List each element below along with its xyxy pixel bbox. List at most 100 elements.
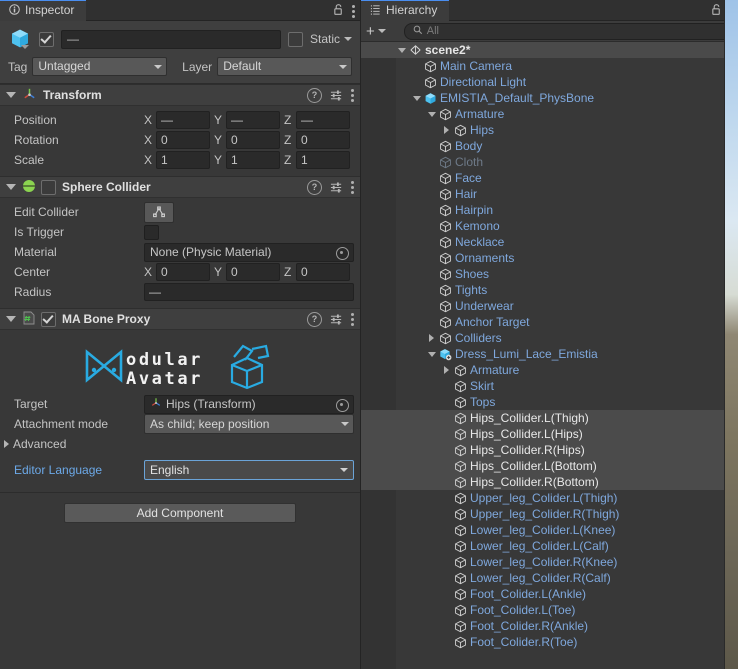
tab-hierarchy[interactable]: Hierarchy bbox=[361, 0, 450, 21]
hierarchy-item-row[interactable]: Foot_Colider.R(Toe) bbox=[361, 634, 738, 650]
hierarchy-scene-row[interactable]: scene2* bbox=[361, 42, 738, 58]
component-header-sphere-collider[interactable]: Sphere Collider ? bbox=[0, 176, 360, 198]
hierarchy-item-row[interactable]: Foot_Colider.L(Toe) bbox=[361, 602, 738, 618]
position-y-input[interactable]: — bbox=[226, 111, 280, 129]
center-y-input[interactable]: 0 bbox=[226, 263, 280, 281]
radius-input[interactable]: — bbox=[144, 283, 354, 301]
lock-open-icon[interactable] bbox=[333, 3, 344, 19]
foldout-expanded-icon[interactable] bbox=[396, 47, 407, 53]
search-input[interactable]: All bbox=[403, 22, 732, 40]
object-picker-icon[interactable] bbox=[336, 398, 349, 412]
foldout-arrow-icon[interactable] bbox=[6, 92, 16, 98]
target-object-field[interactable]: Hips (Transform) bbox=[144, 394, 354, 414]
foldout-expanded-icon[interactable] bbox=[411, 95, 422, 101]
scale-y-input[interactable]: 1 bbox=[226, 151, 280, 169]
material-object-field[interactable]: None (Physic Material) bbox=[144, 242, 354, 262]
hierarchy-item-row[interactable]: Foot_Colider.L(Ankle) bbox=[361, 586, 738, 602]
foldout-expanded-icon[interactable] bbox=[426, 351, 437, 357]
hierarchy-item-row[interactable]: Tights bbox=[361, 282, 738, 298]
hierarchy-item-row[interactable]: Face bbox=[361, 170, 738, 186]
foldout-collapsed-icon[interactable] bbox=[426, 334, 437, 342]
hierarchy-item-row[interactable]: Kemono bbox=[361, 218, 738, 234]
hierarchy-item-row[interactable]: Hips_Collider.L(Hips) bbox=[361, 426, 738, 442]
hierarchy-item-row[interactable]: Cloth bbox=[361, 154, 738, 170]
rotation-y-input[interactable]: 0 bbox=[226, 131, 280, 149]
foldout-arrow-icon[interactable] bbox=[6, 316, 16, 322]
hierarchy-item-row[interactable]: Skirt bbox=[361, 378, 738, 394]
hierarchy-item-row[interactable]: Main Camera bbox=[361, 58, 738, 74]
hierarchy-item-row[interactable]: Lower_leg_Colider.L(Calf) bbox=[361, 538, 738, 554]
hierarchy-item-row[interactable]: Hips_Collider.R(Bottom) bbox=[361, 474, 738, 490]
static-checkbox[interactable] bbox=[287, 31, 303, 47]
edit-collider-button[interactable] bbox=[144, 201, 174, 223]
help-icon[interactable]: ? bbox=[307, 312, 322, 327]
hierarchy-item-row[interactable]: Hips_Collider.L(Bottom) bbox=[361, 458, 738, 474]
position-z-input[interactable]: — bbox=[296, 111, 350, 129]
center-x-input[interactable]: 0 bbox=[156, 263, 210, 281]
help-icon[interactable]: ? bbox=[307, 88, 322, 103]
lock-open-icon[interactable] bbox=[711, 3, 722, 19]
hierarchy-item-row[interactable]: Hair bbox=[361, 186, 738, 202]
scale-z-input[interactable]: 1 bbox=[296, 151, 350, 169]
kebab-menu-icon[interactable] bbox=[351, 89, 354, 102]
hierarchy-item-row[interactable]: Hips bbox=[361, 122, 738, 138]
hierarchy-item-row[interactable]: Body bbox=[361, 138, 738, 154]
hierarchy-tree[interactable]: scene2* Main Camera Directional Light EMIST… bbox=[361, 42, 738, 669]
hierarchy-item-row[interactable]: Ornaments bbox=[361, 250, 738, 266]
kebab-menu-icon[interactable] bbox=[352, 4, 355, 18]
sphere-collider-enabled-checkbox[interactable] bbox=[41, 179, 56, 195]
scale-x-input[interactable]: 1 bbox=[156, 151, 210, 169]
attachment-mode-dropdown[interactable]: As child; keep position bbox=[144, 414, 354, 434]
component-header-ma-bone-proxy[interactable]: MA Bone Proxy ? bbox=[0, 308, 360, 330]
hierarchy-item-row[interactable]: Colliders bbox=[361, 330, 738, 346]
hierarchy-item-row[interactable]: Upper_leg_Colider.R(Thigh) bbox=[361, 506, 738, 522]
hierarchy-item-row[interactable]: Foot_Colider.R(Ankle) bbox=[361, 618, 738, 634]
rotation-z-input[interactable]: 0 bbox=[296, 131, 350, 149]
hierarchy-item-row[interactable]: Hips_Collider.R(Hips) bbox=[361, 442, 738, 458]
is-trigger-checkbox[interactable] bbox=[144, 224, 159, 240]
hierarchy-item-row[interactable]: Underwear bbox=[361, 298, 738, 314]
preset-settings-icon[interactable] bbox=[330, 181, 343, 194]
hierarchy-item-row[interactable]: Dress_Lumi_Lace_Emistia bbox=[361, 346, 738, 362]
kebab-menu-icon[interactable] bbox=[351, 181, 354, 194]
object-picker-icon[interactable] bbox=[336, 246, 349, 260]
hierarchy-item-row[interactable]: Upper_leg_Colider.L(Thigh) bbox=[361, 490, 738, 506]
hierarchy-item-row[interactable]: Armature bbox=[361, 106, 738, 122]
position-x-input[interactable]: — bbox=[156, 111, 210, 129]
advanced-foldout[interactable]: Advanced bbox=[0, 434, 360, 454]
hierarchy-item-row[interactable]: Hips_Collider.L(Thigh) bbox=[361, 410, 738, 426]
component-header-transform[interactable]: Transform ? bbox=[0, 84, 360, 106]
hierarchy-item-row[interactable]: Necklace bbox=[361, 234, 738, 250]
editor-language-dropdown[interactable]: English bbox=[144, 460, 354, 480]
tab-inspector[interactable]: Inspector bbox=[0, 0, 87, 21]
kebab-menu-icon[interactable] bbox=[351, 313, 354, 326]
layer-dropdown[interactable]: Default bbox=[217, 57, 352, 76]
center-z-input[interactable]: 0 bbox=[296, 263, 350, 281]
hierarchy-item-row[interactable]: Lower_leg_Colider.R(Knee) bbox=[361, 554, 738, 570]
gameobject-icon bbox=[437, 172, 453, 185]
add-component-button[interactable]: Add Component bbox=[64, 503, 296, 523]
hierarchy-item-row[interactable]: Lower_leg_Colider.R(Calf) bbox=[361, 570, 738, 586]
hierarchy-item-row[interactable]: Shoes bbox=[361, 266, 738, 282]
hierarchy-item-row[interactable]: Anchor Target bbox=[361, 314, 738, 330]
tag-dropdown[interactable]: Untagged bbox=[32, 57, 168, 76]
foldout-expanded-icon[interactable] bbox=[426, 111, 437, 117]
foldout-collapsed-icon[interactable] bbox=[441, 126, 452, 134]
add-gameobject-button[interactable]: + bbox=[366, 24, 386, 39]
hierarchy-item-row[interactable]: Armature bbox=[361, 362, 738, 378]
foldout-collapsed-icon[interactable] bbox=[441, 366, 452, 374]
hierarchy-item-row[interactable]: Directional Light bbox=[361, 74, 738, 90]
hierarchy-item-row[interactable]: EMISTIA_Default_PhysBone bbox=[361, 90, 738, 106]
preset-settings-icon[interactable] bbox=[330, 89, 343, 102]
foldout-arrow-icon[interactable] bbox=[6, 184, 16, 190]
ma-bone-proxy-enabled-checkbox[interactable] bbox=[41, 311, 56, 327]
hierarchy-item-row[interactable]: Tops bbox=[361, 394, 738, 410]
hierarchy-item-row[interactable]: Lower_leg_Colider.L(Knee) bbox=[361, 522, 738, 538]
gameobject-enabled-checkbox[interactable] bbox=[39, 31, 54, 47]
preset-settings-icon[interactable] bbox=[330, 313, 343, 326]
hierarchy-item-row[interactable]: Hairpin bbox=[361, 202, 738, 218]
static-dropdown[interactable]: Static bbox=[310, 32, 352, 46]
help-icon[interactable]: ? bbox=[307, 180, 322, 195]
gameobject-name-input[interactable]: — bbox=[61, 29, 281, 49]
rotation-x-input[interactable]: 0 bbox=[156, 131, 210, 149]
